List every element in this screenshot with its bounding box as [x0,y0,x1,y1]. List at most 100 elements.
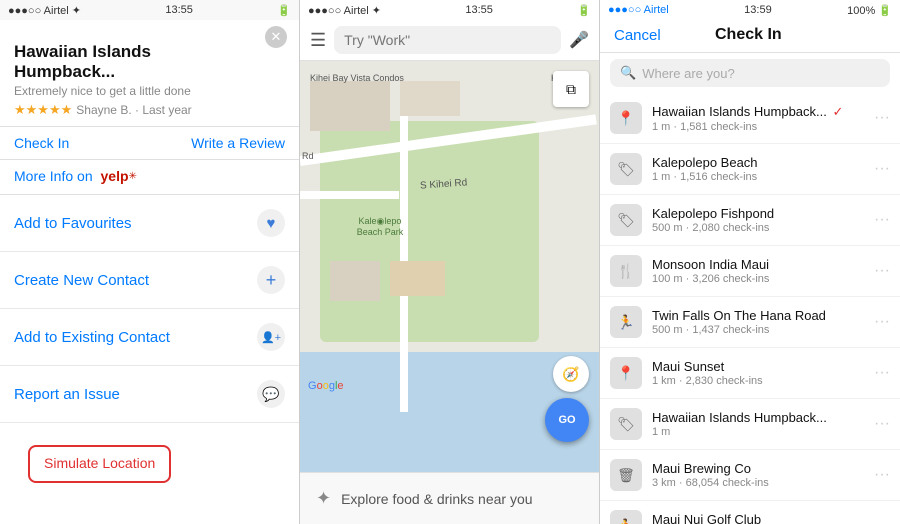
checkin-title: Check In [715,26,782,44]
panel2-statusbar: ●●●○○ Airtel ✦ 13:55 🔋 [300,0,599,20]
more-options-icon[interactable]: ··· [874,364,890,382]
more-options-icon[interactable]: ··· [874,313,890,331]
report-issue-item[interactable]: Report an Issue 💬 [0,366,299,423]
panel2-map: ●●●○○ Airtel ✦ 13:55 🔋 ☰ 🎤 S Kihei Rd Ka… [300,0,600,524]
location-list-item[interactable]: 🏃 Twin Falls On The Hana Road 500 m · 1,… [600,297,900,348]
panel1-location-detail: ●●●○○ Airtel ✦ 13:55 🔋 Hawaiian Islands … [0,0,300,524]
location-type-icon: 🏷 [610,153,642,185]
add-existing-item[interactable]: Add to Existing Contact 👤+ [0,309,299,366]
layers-icon: ⧉ [566,81,576,98]
location-info: Kalepolepo Fishpond 500 m · 2,080 check-… [652,206,864,234]
condos-label: Kihei Bay Vista Condos [310,73,404,83]
location-search-bar[interactable]: 🔍 Where are you? [610,59,890,87]
location-name: Monsoon India Maui [652,257,864,272]
p2-time: 13:55 [465,4,493,16]
more-options-icon[interactable]: ··· [874,160,890,178]
simulate-location-button[interactable]: Simulate Location [28,445,171,483]
location-list-item[interactable]: 📍 Hawaiian Islands Humpback... ✓ 1 m · 1… [600,93,900,144]
moreinfo-label: More Info on [14,168,93,184]
map-view[interactable]: S Kihei Rd Kale◉lepoBeach Park Kihei Bay… [300,61,599,472]
location-info: Maui Nui Golf Club 2 km · 4,338 check-in… [652,512,864,524]
explore-label: Explore food & drinks near you [341,491,532,507]
location-list-item[interactable]: 🍴 Monsoon India Maui 100 m · 3,206 check… [600,246,900,297]
checkmark-icon: ✓ [829,104,844,119]
more-options-icon[interactable]: ··· [874,109,890,127]
more-options-icon[interactable]: ··· [874,466,890,484]
location-sub: 1 m · 1,581 check-ins [652,121,864,133]
location-type-icon: 📍 [610,357,642,389]
location-type-icon: 🏷 [610,204,642,236]
location-name: Maui Sunset [652,359,864,374]
explore-bar[interactable]: ✦ Explore food & drinks near you [300,472,599,524]
location-sub: 1 m [652,426,864,438]
search-icon: 🔍 [620,65,636,81]
location-list-item[interactable]: 🗑 Maui Brewing Co 3 km · 68,054 check-in… [600,450,900,501]
map-searchbar: ☰ 🎤 [300,20,599,61]
location-info: Maui Sunset 1 km · 2,830 check-ins [652,359,864,387]
more-options-icon[interactable]: ··· [874,262,890,280]
location-list-item[interactable]: 📍 Maui Sunset 1 km · 2,830 check-ins ··· [600,348,900,399]
park-label: Kale◉lepoBeach Park [340,216,420,237]
location-sub: 500 m · 2,080 check-ins [652,222,864,234]
add-favourites-item[interactable]: Add to Favourites ♥ [0,195,299,252]
location-type-icon: 🏷 [610,408,642,440]
checkin-link[interactable]: Check In [14,135,69,151]
location-list-item[interactable]: 🏷 Hawaiian Islands Humpback... 1 m ··· [600,399,900,450]
location-name: Kalepolepo Fishpond [652,206,864,221]
location-info: Maui Brewing Co 3 km · 68,054 check-ins [652,461,864,489]
go-label: GO [558,414,575,426]
location-sub: 1 m · 1,516 check-ins [652,171,864,183]
write-review-link[interactable]: Write a Review [191,135,285,151]
location-type-icon: 🍴 [610,255,642,287]
cancel-button[interactable]: Cancel [614,27,661,44]
location-sub: 3 km · 68,054 check-ins [652,477,864,489]
location-info: Monsoon India Maui 100 m · 3,206 check-i… [652,257,864,285]
location-name: Maui Nui Golf Club [652,512,864,524]
more-options-icon[interactable]: ··· [874,415,890,433]
plus-icon: + [257,266,285,294]
location-type-icon: 🏃 [610,510,642,524]
location-list-item[interactable]: 🏷 Kalepolepo Beach 1 m · 1,516 check-ins… [600,144,900,195]
add-person-icon: 👤+ [257,323,285,351]
location-type-icon: 📍 [610,102,642,134]
rd-label: Rd [302,151,314,161]
location-list: 📍 Hawaiian Islands Humpback... ✓ 1 m · 1… [600,93,900,524]
go-button[interactable]: GO [545,398,589,442]
moreinfo-yelp-row[interactable]: More Info on yelp✳ [0,160,299,195]
location-sub: 100 m · 3,206 check-ins [652,273,864,285]
simulate-label: Simulate Location [44,455,155,471]
location-list-item[interactable]: 🏷 Kalepolepo Fishpond 500 m · 2,080 chec… [600,195,900,246]
close-button[interactable]: ✕ [265,26,287,48]
location-title: Hawaiian Islands Humpback... [14,42,285,82]
location-info: Hawaiian Islands Humpback... 1 m [652,410,864,438]
location-search-placeholder: Where are you? [642,66,735,81]
p2-battery: 🔋 [577,4,591,17]
sparkle-icon: ✦ [316,488,331,509]
more-options-icon[interactable]: ··· [874,211,890,229]
hamburger-icon[interactable]: ☰ [310,30,326,51]
yelp-text: yelp [101,168,129,184]
panel3-checkin: ●●●○○ Airtel 13:59 100% 🔋 Cancel Check I… [600,0,900,524]
yelp-burst-icon: ✳ [129,171,137,182]
map-search-input[interactable] [334,26,561,54]
location-name: Kalepolepo Beach [652,155,864,170]
location-stars: ★★★★★ [14,102,72,118]
location-info: Twin Falls On The Hana Road 500 m · 1,43… [652,308,864,336]
p2-carrier: ●●●○○ Airtel ✦ [308,4,381,17]
location-name: Twin Falls On The Hana Road [652,308,864,323]
create-contact-item[interactable]: Create New Contact + [0,252,299,309]
location-sub: 500 m · 1,437 check-ins [652,324,864,336]
microphone-icon[interactable]: 🎤 [569,30,589,50]
p3-time: 13:59 [744,4,772,16]
p3-carrier: ●●●○○ Airtel [608,4,669,16]
location-info: Hawaiian Islands Humpback... ✓ 1 m · 1,5… [652,104,864,133]
heart-icon: ♥ [257,209,285,237]
location-list-item[interactable]: 🏃 Maui Nui Golf Club 2 km · 4,338 check-… [600,501,900,524]
location-type-icon: 🗑 [610,459,642,491]
location-name: Maui Brewing Co [652,461,864,476]
compass-icon: 🧭 [562,366,579,383]
compass-button[interactable]: 🧭 [553,356,589,392]
more-options-icon[interactable]: ··· [874,517,890,524]
layers-button[interactable]: ⧉ [553,71,589,107]
add-existing-label: Add to Existing Contact [14,329,170,346]
